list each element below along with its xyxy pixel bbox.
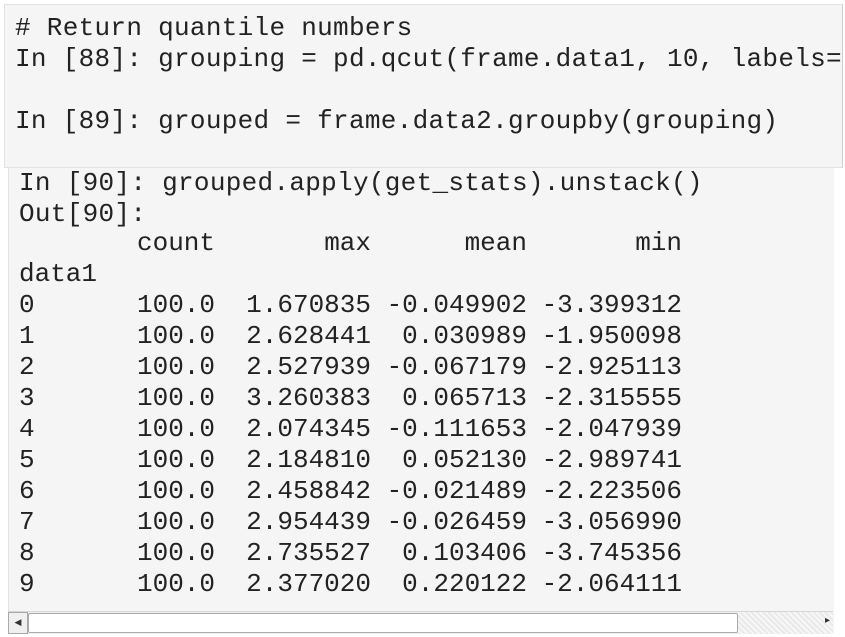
column-header-min: min <box>635 228 682 258</box>
count-cell: 100.0 <box>136 507 215 537</box>
table-row: 9 100.0 2.377020 0.220122 -2.064111 <box>19 569 819 600</box>
mean-cell: 0.065713 <box>402 383 527 413</box>
table-row: 3 100.0 3.260383 0.065713 -2.315555 <box>19 383 819 414</box>
max-cell: 2.527939 <box>246 352 371 382</box>
mean-cell: 0.030989 <box>402 321 527 351</box>
triangle-left-icon: ◀ <box>14 618 22 628</box>
column-header-mean: mean <box>464 228 527 258</box>
min-cell: -2.223506 <box>541 476 682 506</box>
max-cell: 2.377020 <box>246 569 371 599</box>
column-header-max: max <box>324 228 371 258</box>
count-cell: 100.0 <box>136 352 215 382</box>
index-cell: 1 <box>19 321 35 351</box>
table-header-row: count max mean min <box>19 228 819 259</box>
count-cell: 100.0 <box>136 569 215 599</box>
min-cell: -2.047939 <box>541 414 682 444</box>
max-cell: 1.670835 <box>246 290 371 320</box>
mean-cell: -0.067179 <box>386 352 527 382</box>
min-cell: -2.315555 <box>541 383 682 413</box>
min-cell: -3.056990 <box>541 507 682 537</box>
mean-cell: -0.021489 <box>386 476 527 506</box>
max-cell: 2.954439 <box>246 507 371 537</box>
count-cell: 100.0 <box>136 290 215 320</box>
column-header-count: count <box>136 228 215 258</box>
min-cell: -3.399312 <box>541 290 682 320</box>
table-row: 8 100.0 2.735527 0.103406 -3.745356 <box>19 538 819 569</box>
table-index-name-row: data1 <box>19 259 219 290</box>
table-row: 6 100.0 2.458842 -0.021489 -2.223506 <box>19 476 819 507</box>
code-block-top: # Return quantile numbers In [88]: group… <box>4 4 843 168</box>
table-row: 2 100.0 2.527939 -0.067179 -2.925113 <box>19 352 819 383</box>
max-cell: 2.735527 <box>246 538 371 568</box>
table-row: 7 100.0 2.954439 -0.026459 -3.056990 <box>19 507 819 538</box>
scroll-track[interactable] <box>738 612 833 634</box>
min-cell: -1.950098 <box>541 321 682 351</box>
min-cell: -3.745356 <box>541 538 682 568</box>
index-name: data1 <box>19 259 98 289</box>
mean-cell: 0.103406 <box>402 538 527 568</box>
scroll-left-button[interactable]: ◀ <box>8 612 28 634</box>
max-cell: 2.074345 <box>246 414 371 444</box>
max-cell: 3.260383 <box>246 383 371 413</box>
count-cell: 100.0 <box>136 321 215 351</box>
count-cell: 100.0 <box>136 414 215 444</box>
index-cell: 5 <box>19 445 35 475</box>
comment-line: # Return quantile numbers <box>15 13 413 43</box>
horizontal-scrollbar[interactable]: ◀ <box>8 611 833 634</box>
index-cell: 9 <box>19 569 35 599</box>
index-cell: 8 <box>19 538 35 568</box>
code-line-88: In [88]: grouping = pd.qcut(frame.data1,… <box>15 44 843 74</box>
count-cell: 100.0 <box>136 538 215 568</box>
scroll-right-edge-icon: ▸ <box>825 615 831 626</box>
min-cell: -2.989741 <box>541 445 682 475</box>
index-cell: 2 <box>19 352 35 382</box>
min-cell: -2.925113 <box>541 352 682 382</box>
mean-cell: 0.220122 <box>402 569 527 599</box>
max-cell: 2.628441 <box>246 321 371 351</box>
max-cell: 2.458842 <box>246 476 371 506</box>
min-cell: -2.064111 <box>541 569 682 599</box>
table-row: 4 100.0 2.074345 -0.111653 -2.047939 <box>19 414 819 445</box>
index-cell: 6 <box>19 476 35 506</box>
count-cell: 100.0 <box>136 476 215 506</box>
index-cell: 3 <box>19 383 35 413</box>
table-row: 5 100.0 2.184810 0.052130 -2.989741 <box>19 445 819 476</box>
index-cell: 7 <box>19 507 35 537</box>
mean-cell: -0.026459 <box>386 507 527 537</box>
code-line-89: In [89]: grouped = frame.data2.groupby(g… <box>15 106 779 136</box>
max-cell: 2.184810 <box>246 445 371 475</box>
output-prompt: Out[90]: <box>19 199 147 229</box>
code-block-bottom: In [90]: grouped.apply(get_stats).unstac… <box>8 168 834 633</box>
index-cell: 0 <box>19 290 35 320</box>
count-cell: 100.0 <box>136 445 215 475</box>
index-cell: 4 <box>19 414 35 444</box>
count-cell: 100.0 <box>136 383 215 413</box>
scroll-thumb[interactable] <box>28 613 738 633</box>
table-row: 1 100.0 2.628441 0.030989 -1.950098 <box>19 321 819 352</box>
mean-cell: -0.111653 <box>386 414 527 444</box>
code-line-90: In [90]: grouped.apply(get_stats).unstac… <box>19 168 703 198</box>
mean-cell: -0.049902 <box>386 290 527 320</box>
table-row: 0 100.0 1.670835 -0.049902 -3.399312 <box>19 290 819 321</box>
mean-cell: 0.052130 <box>402 445 527 475</box>
